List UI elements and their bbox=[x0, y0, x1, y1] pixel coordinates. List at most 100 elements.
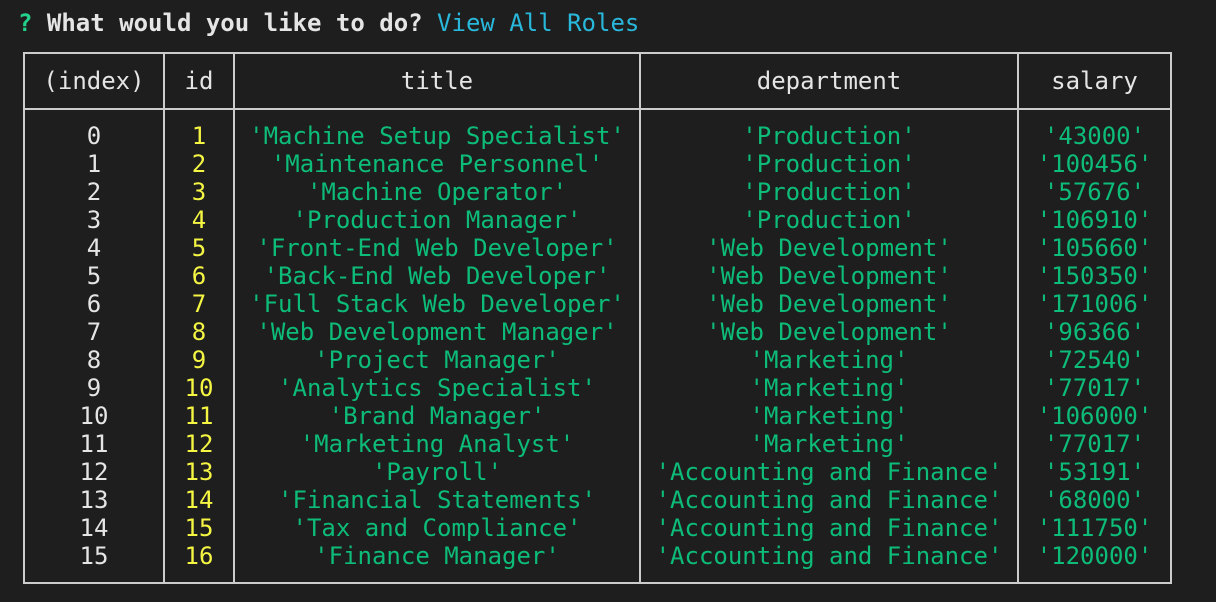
cell-department: 'Web Development' bbox=[706, 318, 952, 346]
cell-title: 'Financial Statements' bbox=[278, 486, 596, 514]
cell-salary: '77017' bbox=[1043, 374, 1146, 402]
table-row: 15 16 'Finance Manager' 'Accounting and Fin… bbox=[25, 542, 1170, 570]
table-row: 14 15 'Tax and Compliance' 'Accounting and … bbox=[25, 514, 1170, 542]
cell-index: 10 bbox=[79, 402, 109, 430]
cell-title: 'Machine Setup Specialist' bbox=[249, 122, 625, 150]
table-row: 11 12 'Marketing Analyst' 'Marketing' '77017… bbox=[25, 430, 1170, 458]
cell-id: 6 bbox=[191, 262, 207, 290]
table-row: 7 8 'Web Development Manager' 'Web Developm… bbox=[25, 318, 1170, 346]
cell-id: 2 bbox=[191, 150, 207, 178]
cell-salary: '72540' bbox=[1043, 346, 1146, 374]
cell-department: 'Web Development' bbox=[706, 262, 952, 290]
cell-index: 1 bbox=[86, 150, 102, 178]
cell-salary: '120000' bbox=[1036, 542, 1153, 570]
cell-title: 'Finance Manager' bbox=[314, 542, 560, 570]
cell-salary: '57676' bbox=[1043, 178, 1146, 206]
header-salary: salary bbox=[1051, 67, 1138, 95]
cell-department: 'Accounting and Finance' bbox=[655, 542, 1003, 570]
cell-index: 7 bbox=[86, 318, 102, 346]
cell-id: 15 bbox=[184, 514, 214, 542]
roles-table: (index) id title department salary 0 1 'Ma… bbox=[23, 52, 1172, 584]
cell-title: 'Web Development Manager' bbox=[256, 318, 618, 346]
header-department: department bbox=[756, 67, 902, 95]
cell-salary: '96366' bbox=[1043, 318, 1146, 346]
cell-id: 10 bbox=[184, 374, 214, 402]
cell-salary: '111750' bbox=[1036, 514, 1153, 542]
cell-salary: '150350' bbox=[1036, 262, 1153, 290]
cell-salary: '106910' bbox=[1036, 206, 1153, 234]
table-row: 9 10 'Analytics Specialist' 'Marketing' '770… bbox=[25, 374, 1170, 402]
cell-index: 3 bbox=[86, 206, 102, 234]
cell-department: 'Web Development' bbox=[706, 234, 952, 262]
cell-department: 'Marketing' bbox=[749, 346, 909, 374]
cell-id: 14 bbox=[184, 486, 214, 514]
header-title: title bbox=[400, 67, 474, 95]
table-row: 1 2 'Maintenance Personnel' 'Production' '10… bbox=[25, 150, 1170, 178]
prompt-line: ? What would you like to do? View All Ro… bbox=[18, 8, 639, 38]
cell-department: 'Marketing' bbox=[749, 430, 909, 458]
prompt-answer: View All Roles bbox=[437, 9, 640, 37]
table-row: 5 6 'Back-End Web Developer' 'Web Developme… bbox=[25, 262, 1170, 290]
cell-id: 1 bbox=[191, 122, 207, 150]
cell-department: 'Production' bbox=[742, 122, 916, 150]
cell-department: 'Marketing' bbox=[749, 374, 909, 402]
cell-index: 9 bbox=[86, 374, 102, 402]
cell-index: 5 bbox=[86, 262, 102, 290]
table-row: 12 13 'Payroll' 'Accounting and Finance' '53… bbox=[25, 458, 1170, 486]
prompt-question: What would you like to do? bbox=[46, 9, 423, 37]
table-row: 8 9 'Project Manager' 'Marketing' '72540' bbox=[25, 346, 1170, 374]
cell-department: 'Production' bbox=[742, 150, 916, 178]
table-row: 13 14 'Financial Statements' 'Accounting an… bbox=[25, 486, 1170, 514]
prompt-marker: ? bbox=[18, 9, 33, 37]
table-row: 0 1 'Machine Setup Specialist' 'Production'… bbox=[25, 122, 1170, 150]
cell-id: 4 bbox=[191, 206, 207, 234]
cell-id: 5 bbox=[191, 234, 207, 262]
cell-department: 'Production' bbox=[742, 178, 916, 206]
cell-id: 3 bbox=[191, 178, 207, 206]
cell-salary: '53191' bbox=[1043, 458, 1146, 486]
cell-department: 'Production' bbox=[742, 206, 916, 234]
cell-title: 'Brand Manager' bbox=[328, 402, 546, 430]
table-row: 4 5 'Front-End Web Developer' 'Web Developm… bbox=[25, 234, 1170, 262]
cell-id: 11 bbox=[184, 402, 214, 430]
cell-department: 'Accounting and Finance' bbox=[655, 514, 1003, 542]
cell-index: 15 bbox=[79, 542, 109, 570]
cell-index: 12 bbox=[79, 458, 109, 486]
header-divider bbox=[25, 108, 1170, 110]
cell-title: 'Project Manager' bbox=[314, 346, 560, 374]
cell-id: 7 bbox=[191, 290, 207, 318]
cell-id: 16 bbox=[184, 542, 214, 570]
cell-title: 'Full Stack Web Developer' bbox=[249, 290, 625, 318]
cell-title: 'Payroll' bbox=[371, 458, 503, 486]
cell-salary: '171006' bbox=[1036, 290, 1153, 318]
cell-salary: '68000' bbox=[1043, 486, 1146, 514]
cell-index: 6 bbox=[86, 290, 102, 318]
table-row: 10 11 'Brand Manager' 'Marketing' '106000' bbox=[25, 402, 1170, 430]
cell-title: 'Machine Operator' bbox=[306, 178, 568, 206]
cell-id: 8 bbox=[191, 318, 207, 346]
cell-title: 'Tax and Compliance' bbox=[292, 514, 582, 542]
cell-title: 'Front-End Web Developer' bbox=[256, 234, 618, 262]
cell-title: 'Production Manager' bbox=[292, 206, 582, 234]
cell-index: 4 bbox=[86, 234, 102, 262]
header-id: id bbox=[184, 67, 214, 95]
cell-index: 0 bbox=[86, 122, 102, 150]
cell-department: 'Marketing' bbox=[749, 402, 909, 430]
table-row: 2 3 'Machine Operator' 'Production' '57676' bbox=[25, 178, 1170, 206]
cell-salary: '105660' bbox=[1036, 234, 1153, 262]
cell-department: 'Accounting and Finance' bbox=[655, 458, 1003, 486]
cell-id: 9 bbox=[191, 346, 207, 374]
cell-index: 2 bbox=[86, 178, 102, 206]
cell-index: 14 bbox=[79, 514, 109, 542]
cell-title: 'Back-End Web Developer' bbox=[263, 262, 611, 290]
cell-salary: '106000' bbox=[1036, 402, 1153, 430]
cell-salary: '77017' bbox=[1043, 430, 1146, 458]
cell-title: 'Marketing Analyst' bbox=[299, 430, 575, 458]
cell-salary: '43000' bbox=[1043, 122, 1146, 150]
table-row: 6 7 'Full Stack Web Developer' 'Web Develop… bbox=[25, 290, 1170, 318]
cell-index: 11 bbox=[79, 430, 109, 458]
cell-index: 8 bbox=[86, 346, 102, 374]
cell-title: 'Maintenance Personnel' bbox=[270, 150, 604, 178]
cell-id: 12 bbox=[184, 430, 214, 458]
cell-id: 13 bbox=[184, 458, 214, 486]
